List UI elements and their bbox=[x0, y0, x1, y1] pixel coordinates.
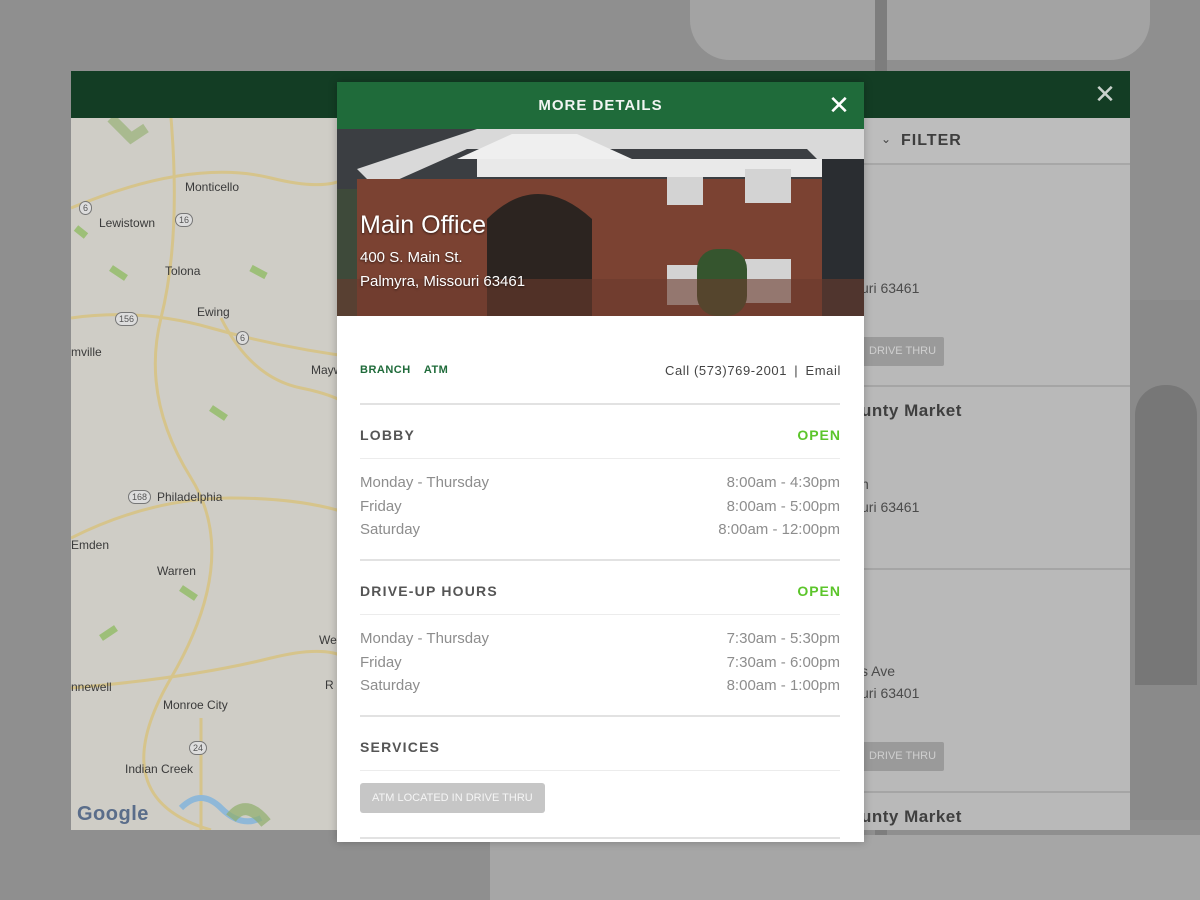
drive-up-status-badge: OPEN bbox=[797, 583, 841, 599]
modal-title: MORE DETAILS bbox=[538, 97, 663, 114]
hours-day: Friday bbox=[360, 498, 402, 515]
section-divider bbox=[360, 614, 840, 615]
email-link[interactable]: Email bbox=[805, 363, 841, 378]
list-item-name[interactable]: unty Market bbox=[861, 401, 962, 421]
map-label: Lewistown bbox=[99, 216, 156, 230]
route-shield: 24 bbox=[189, 741, 208, 755]
hours-row: Friday 7:30am - 6:00pm bbox=[360, 654, 840, 677]
list-item-name[interactable]: unty Market bbox=[861, 807, 962, 827]
location-address-line1: 400 S. Main St. bbox=[360, 249, 463, 266]
google-logo: Google bbox=[77, 803, 149, 825]
service-chip: ATM LOCATED IN DRIVE THRU bbox=[360, 783, 545, 813]
hours-row: Monday - Thursday 7:30am - 5:30pm bbox=[360, 630, 840, 653]
section-divider bbox=[360, 715, 840, 717]
hours-time: 8:00am - 4:30pm bbox=[726, 474, 840, 491]
contact-links: Call (573)769-2001 | Email bbox=[665, 363, 841, 378]
map-label: Emden bbox=[71, 538, 110, 552]
hours-time: 8:00am - 12:00pm bbox=[718, 521, 840, 538]
route-shield: 156 bbox=[115, 312, 139, 326]
close-icon[interactable]: ✕ bbox=[826, 92, 852, 118]
hours-row: Saturday 8:00am - 12:00pm bbox=[360, 521, 840, 544]
section-divider bbox=[360, 559, 840, 561]
hours-day: Monday - Thursday bbox=[360, 630, 489, 647]
route-shield: 16 bbox=[175, 213, 194, 227]
hours-row: Monday - Thursday 8:00am - 4:30pm bbox=[360, 474, 840, 497]
map-label: We bbox=[319, 633, 337, 647]
hours-day: Friday bbox=[360, 654, 402, 671]
close-icon[interactable]: ✕ bbox=[1092, 81, 1118, 107]
section-divider bbox=[360, 458, 840, 459]
route-shield: 6 bbox=[79, 201, 93, 215]
drive-up-title: DRIVE-UP HOURS bbox=[360, 583, 498, 599]
type-tag-branch: BRANCH bbox=[360, 364, 411, 376]
map-view[interactable]: Monticello Lewistown Tolona Ewing Maywoo… bbox=[71, 118, 361, 830]
location-address-line2: Palmyra, Missouri 63461 bbox=[360, 273, 526, 290]
map-label: mville bbox=[71, 345, 102, 359]
hours-time: 8:00am - 5:00pm bbox=[726, 498, 840, 515]
hours-row: Saturday 8:00am - 1:00pm bbox=[360, 677, 840, 700]
more-details-modal: MORE DETAILS ✕ Main Office 400 S. Main S… bbox=[337, 82, 864, 842]
hours-day: Monday - Thursday bbox=[360, 474, 489, 491]
route-shield: 6 bbox=[236, 331, 250, 345]
location-types: BRANCH ATM bbox=[360, 364, 458, 376]
hours-row: Friday 8:00am - 5:00pm bbox=[360, 498, 840, 521]
route-shield: 168 bbox=[128, 490, 152, 504]
lobby-title: LOBBY bbox=[360, 427, 415, 443]
filter-button[interactable]: FILTER bbox=[901, 132, 962, 150]
location-name: Main Office bbox=[360, 211, 486, 239]
type-tag-atm: ATM bbox=[423, 364, 449, 376]
map-label: Indian Creek bbox=[125, 762, 194, 776]
map-label: Monroe City bbox=[163, 698, 228, 712]
list-divider bbox=[861, 385, 1130, 387]
list-divider bbox=[861, 568, 1130, 570]
map-label: Monticello bbox=[185, 180, 240, 194]
section-divider bbox=[360, 770, 840, 771]
list-item-tag: DRIVE THRU bbox=[861, 742, 945, 771]
map-label: nnewell bbox=[71, 680, 112, 694]
map-label: Ewing bbox=[197, 305, 230, 319]
map-label: R bbox=[325, 678, 334, 692]
services-title: SERVICES bbox=[360, 739, 441, 755]
background-arch bbox=[690, 0, 1150, 60]
section-divider bbox=[360, 403, 840, 405]
hours-day: Saturday bbox=[360, 521, 421, 538]
section-divider bbox=[360, 837, 840, 839]
hours-time: 8:00am - 1:00pm bbox=[726, 677, 840, 694]
phone-link[interactable]: (573)769-2001 bbox=[694, 363, 787, 378]
list-item-address: uri 63461 bbox=[861, 499, 920, 515]
contact-separator: | bbox=[794, 363, 799, 378]
map-label: Tolona bbox=[165, 264, 201, 278]
list-item-address: uri 63401 bbox=[861, 685, 920, 701]
location-photo: Main Office 400 S. Main St. Palmyra, Mis… bbox=[337, 129, 864, 316]
map-label: Philadelphia bbox=[157, 490, 223, 504]
modal-header: MORE DETAILS ✕ bbox=[337, 82, 864, 129]
hours-time: 7:30am - 5:30pm bbox=[726, 630, 840, 647]
map-label: Warren bbox=[157, 564, 196, 578]
chevron-down-icon[interactable]: ⌄ bbox=[881, 132, 891, 146]
hours-day: Saturday bbox=[360, 677, 421, 694]
list-item-tag: DRIVE THRU bbox=[861, 337, 945, 366]
list-item-address: uri 63461 bbox=[861, 280, 920, 296]
background-floor bbox=[490, 835, 1200, 900]
call-label: Call bbox=[664, 363, 690, 378]
list-divider bbox=[861, 791, 1130, 793]
background-doorway bbox=[1135, 385, 1197, 685]
lobby-status-badge: OPEN bbox=[797, 427, 841, 443]
list-item-address: s Ave bbox=[861, 663, 895, 679]
hours-time: 7:30am - 6:00pm bbox=[726, 654, 840, 671]
